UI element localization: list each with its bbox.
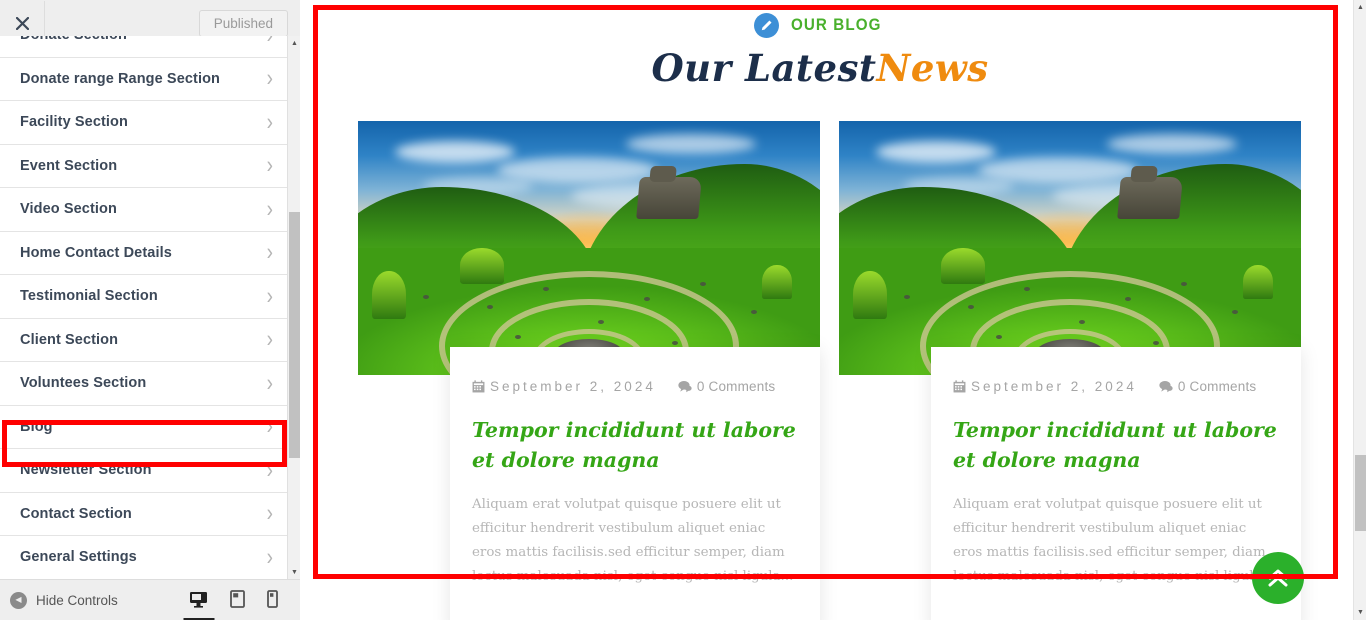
sidebar-item-label: Blog	[20, 418, 53, 435]
chevron-right-icon: ›	[267, 36, 273, 47]
chevron-right-icon: ›	[266, 370, 273, 397]
scroll-to-top-button[interactable]	[1252, 552, 1304, 604]
sidebar-item-general-settings[interactable]: General Settings ›	[0, 536, 287, 579]
post-meta: September 2, 2024 0 Comments	[953, 379, 1279, 394]
landscape-illustration	[358, 121, 820, 375]
post-title[interactable]: Tempor incididunt ut labore et dolore ma…	[953, 416, 1279, 475]
calendar-icon	[472, 380, 485, 393]
sidebar-item-voluntees-section[interactable]: Voluntees Section ›	[0, 362, 287, 406]
chevron-right-icon: ›	[266, 544, 273, 571]
sidebar-item-label: Newsletter Section	[20, 462, 152, 479]
blog-post-card[interactable]: September 2, 2024 0 Comments Tempor inci…	[358, 121, 820, 620]
sidebar-item-label: Testimonial Section	[20, 288, 158, 305]
site-preview-frame[interactable]: OUR BLOG Our LatestNews September 2, 202…	[300, 0, 1353, 620]
post-content: September 2, 2024 0 Comments Tempor inci…	[931, 347, 1301, 620]
hide-controls-button[interactable]: ◀ Hide Controls	[10, 591, 118, 609]
post-content: September 2, 2024 0 Comments Tempor inci…	[450, 347, 820, 620]
sidebar-section-list[interactable]: Donate Section › Donate range Range Sect…	[0, 36, 287, 579]
comments-icon	[1159, 380, 1173, 393]
chevron-right-icon: ›	[266, 196, 273, 223]
sidebar-scrollbar[interactable]: ▲ ▼	[287, 36, 300, 579]
collapse-arrow-icon: ◀	[10, 591, 27, 609]
chevron-right-icon: ›	[266, 283, 273, 310]
post-date-label: September 2, 2024	[971, 379, 1137, 394]
blog-title: Our LatestNews	[300, 46, 1340, 90]
calendar-icon	[953, 380, 966, 393]
post-meta: September 2, 2024 0 Comments	[472, 379, 798, 394]
blog-post-grid: September 2, 2024 0 Comments Tempor inci…	[300, 121, 1340, 620]
page-scroll-down-icon[interactable]: ▼	[1354, 605, 1366, 620]
post-date-label: September 2, 2024	[490, 379, 656, 394]
page-scroll-up-icon[interactable]: ▲	[1354, 0, 1366, 15]
blog-eyebrow: OUR BLOG	[754, 13, 886, 38]
landscape-illustration	[839, 121, 1301, 375]
sidebar-item-testimonial-section[interactable]: Testimonial Section ›	[0, 275, 287, 319]
pencil-icon	[754, 13, 780, 38]
blog-title-primary: Our Latest	[651, 46, 877, 90]
sidebar-item-donate-section[interactable]: Donate Section ›	[0, 36, 287, 58]
sidebar-item-label: Contact Section	[20, 505, 132, 522]
comments-icon	[678, 380, 692, 393]
sidebar-item-client-section[interactable]: Client Section ›	[0, 318, 287, 362]
sidebar-item-label: Donate range Range Section	[20, 70, 220, 87]
chevron-right-icon: ›	[266, 65, 273, 92]
sidebar-item-facility-section[interactable]: Facility Section ›	[0, 101, 287, 145]
sidebar-item-label: Home Contact Details	[20, 244, 172, 261]
chevron-right-icon: ›	[266, 239, 273, 266]
post-comments-label: 0 Comments	[1177, 379, 1257, 394]
chevron-right-icon: ›	[266, 109, 273, 136]
sidebar-item-label: Voluntees Section	[20, 375, 147, 392]
mobile-icon[interactable]	[267, 590, 278, 610]
blog-title-accent: News	[876, 46, 989, 90]
sidebar-item-donate-range-range-section[interactable]: Donate range Range Section ›	[0, 57, 287, 101]
device-preview-switcher	[189, 590, 300, 610]
post-date: September 2, 2024	[472, 379, 656, 394]
sidebar-item-event-section[interactable]: Event Section ›	[0, 144, 287, 188]
chevron-right-icon: ›	[266, 326, 273, 353]
sidebar-item-contact-section[interactable]: Contact Section ›	[0, 492, 287, 536]
post-comments: 0 Comments	[678, 379, 776, 394]
sidebar-item-blog[interactable]: Blog ›	[0, 405, 287, 449]
blog-eyebrow-label: OUR BLOG	[791, 16, 882, 34]
tablet-icon[interactable]	[230, 590, 245, 610]
page-scrollbar-thumb[interactable]	[1355, 455, 1366, 531]
post-date: September 2, 2024	[953, 379, 1137, 394]
chevron-right-icon: ›	[266, 500, 273, 527]
post-excerpt: Aliquam erat volutpat quisque posuere el…	[953, 497, 1275, 585]
sidebar-item-label: Facility Section	[20, 114, 128, 131]
published-button[interactable]: Published	[198, 10, 288, 37]
blog-post-card[interactable]: September 2, 2024 0 Comments Tempor inci…	[839, 121, 1301, 620]
page-scrollbar[interactable]: ▲ ▼	[1353, 0, 1366, 620]
blog-section: OUR BLOG Our LatestNews September 2, 202…	[300, 0, 1340, 620]
chevron-right-icon: ›	[266, 152, 273, 179]
chevron-right-icon: ›	[266, 457, 273, 484]
post-thumbnail[interactable]	[839, 121, 1301, 375]
sidebar-item-video-section[interactable]: Video Section ›	[0, 188, 287, 232]
sidebar-item-home-contact-details[interactable]: Home Contact Details ›	[0, 231, 287, 275]
blog-header: OUR BLOG Our LatestNews	[300, 0, 1340, 90]
sidebar-item-label: Video Section	[20, 201, 117, 218]
sidebar-item-label: Donate Section	[20, 36, 127, 43]
chevron-right-icon: ›	[266, 413, 273, 440]
post-thumbnail[interactable]	[358, 121, 820, 375]
post-excerpt: Aliquam erat volutpat quisque posuere el…	[472, 497, 794, 585]
desktop-icon[interactable]	[189, 591, 208, 610]
post-comments-label: 0 Comments	[696, 379, 776, 394]
sidebar-scrollbar-thumb[interactable]	[289, 212, 300, 458]
sidebar-item-newsletter-section[interactable]: Newsletter Section ›	[0, 449, 287, 493]
hide-controls-label: Hide Controls	[36, 592, 118, 608]
customizer-sidebar: Published Donate Section › Donate range …	[0, 0, 300, 620]
sidebar-item-label: Client Section	[20, 331, 119, 348]
double-chevron-up-icon	[1268, 569, 1288, 587]
post-comments: 0 Comments	[1159, 379, 1257, 394]
sidebar-item-label: General Settings	[20, 549, 137, 566]
sidebar-item-label: Event Section	[20, 157, 118, 174]
controls-bar: ◀ Hide Controls	[0, 579, 300, 620]
post-title[interactable]: Tempor incididunt ut labore et dolore ma…	[472, 416, 798, 475]
